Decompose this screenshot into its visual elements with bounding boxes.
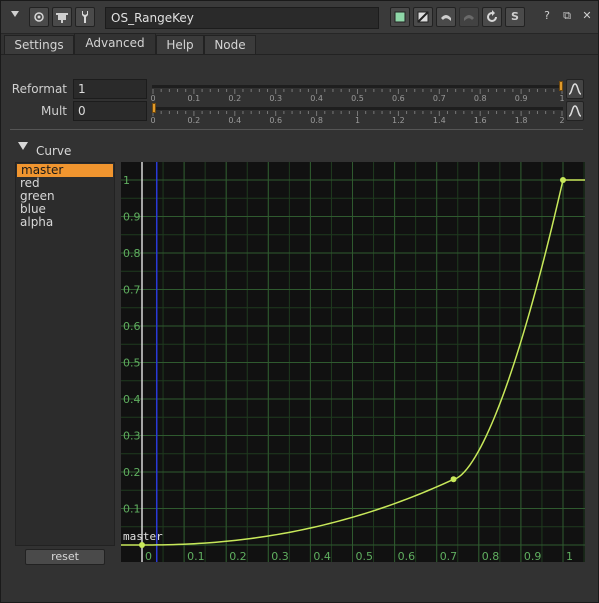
channel-alpha[interactable]: alpha [16,216,114,229]
slider-tick-label: 0.1 [187,94,201,103]
x-tick-label: 0.9 [524,550,542,562]
x-tick-label: 0.6 [398,550,416,562]
slider-tick-label: 1 [354,116,361,125]
y-tick-label: 0.7 [123,284,141,297]
slider-track [152,85,563,88]
curve-keyframe[interactable] [450,476,457,483]
mult-label: Mult [41,104,67,118]
x-tick-label: 0.8 [482,550,500,562]
x-tick-label: 0.1 [187,550,205,562]
help-icon[interactable]: ? [537,7,557,27]
clear-icon[interactable] [413,7,433,27]
x-tick-label: 0.5 [356,550,374,562]
slider-tick-label: 0 [150,116,156,125]
close-icon[interactable]: ✕ [577,7,597,27]
reformat-input[interactable] [73,79,147,99]
slider-handle[interactable] [559,81,563,91]
tab-separator [1,54,598,55]
slider-tick-label: 1.6 [473,116,487,125]
slider-tick-label: 0.4 [228,116,242,125]
y-tick-label: 0.9 [123,211,141,224]
x-tick-label: 0 [145,550,152,562]
slider-tick-label: 0.3 [269,94,283,103]
revert-icon[interactable] [482,7,502,27]
y-tick-label: 1 [123,174,130,187]
slider-tick-label: 0.5 [351,94,364,103]
x-tick-label: 0.2 [229,550,247,562]
slider-tick-label: 0.8 [310,116,323,125]
y-tick-label: 0.6 [123,320,141,333]
node-properties-panel: S ? ⧉ ✕ Settings Advanced Help Node Refo… [0,0,599,603]
slider-tick-label: 0 [150,94,156,103]
tab-help[interactable]: Help [156,35,204,55]
section-collapse-icon[interactable] [18,142,28,150]
tab-advanced[interactable]: Advanced [74,33,156,55]
x-tick-label: 1 [566,550,573,562]
x-tick-label: 0.7 [440,550,458,562]
slider-tick-label: 1.2 [392,116,405,125]
reset-button[interactable]: reset [25,549,105,565]
slider-tick-label: 1.8 [514,116,528,125]
y-tick-label: 0.5 [123,357,141,370]
y-tick-label: 0.8 [123,247,141,260]
curve-name-label: master [123,530,163,543]
node-view-icon[interactable] [29,7,49,27]
mult-input[interactable] [73,101,147,121]
slider-tick-label: 2 [559,116,565,125]
redo-icon[interactable] [459,7,479,27]
slider-tick-label: 0.6 [269,116,283,125]
y-tick-label: 0.4 [123,393,141,406]
slider-tick-label: 0.4 [310,94,323,103]
mult-animation-icon[interactable] [566,101,584,121]
reformat-slider[interactable]: 0 0.1 0.2 0.3 0.4 0.5 0.6 0.7 0.8 0.9 1 [150,81,565,105]
tab-node[interactable]: Node [204,35,256,55]
y-tick-label: 0.1 [123,503,141,516]
x-tick-label: 0.3 [271,550,289,562]
undo-icon[interactable] [436,7,456,27]
center-node-icon[interactable] [52,7,72,27]
y-tick-label: 0.2 [123,466,141,479]
reformat-animation-icon[interactable] [566,79,584,99]
color-swatch-icon[interactable] [390,7,410,27]
channel-list: master red green blue alpha [15,162,115,546]
reformat-label: Reformat [11,82,67,96]
curve-keyframe[interactable] [560,177,566,183]
slider-tick-label: 0.2 [187,116,201,125]
mult-slider[interactable]: 0 0.2 0.4 0.6 0.8 1 1.2 1.4 1.6 1.8 2 [150,103,565,127]
panel-titlebar: S ? ⧉ ✕ [1,1,598,34]
slider-tick-label: 1 [559,94,565,103]
script-icon[interactable]: S [505,7,525,27]
collapse-arrow-icon[interactable] [5,7,25,27]
slider-tick-label: 1.4 [432,116,446,125]
settings-wrench-icon[interactable] [75,7,95,27]
node-name-field[interactable] [105,7,379,29]
tab-settings[interactable]: Settings [4,35,74,55]
x-tick-label: 0.4 [313,550,331,562]
curve-editor[interactable]: 0 0.1 0.2 0.3 0.4 0.5 0.6 0.7 0.8 0.9 1 0.1 0.2 0.3 0.… [121,162,585,562]
y-tick-label: 0.3 [123,430,141,443]
panel-footer [1,566,598,602]
slider-tick-label: 0.7 [432,94,446,103]
float-window-icon[interactable]: ⧉ [557,7,577,27]
slider-handle[interactable] [152,103,156,113]
slider-tick-label: 0.2 [228,94,242,103]
slider-tick-label: 0.6 [392,94,405,103]
curve-section-title[interactable]: Curve [36,144,71,158]
section-divider [10,129,583,130]
slider-tick-label: 0.8 [473,94,487,103]
slider-tick-label: 0.9 [514,94,528,103]
slider-track [152,107,563,110]
